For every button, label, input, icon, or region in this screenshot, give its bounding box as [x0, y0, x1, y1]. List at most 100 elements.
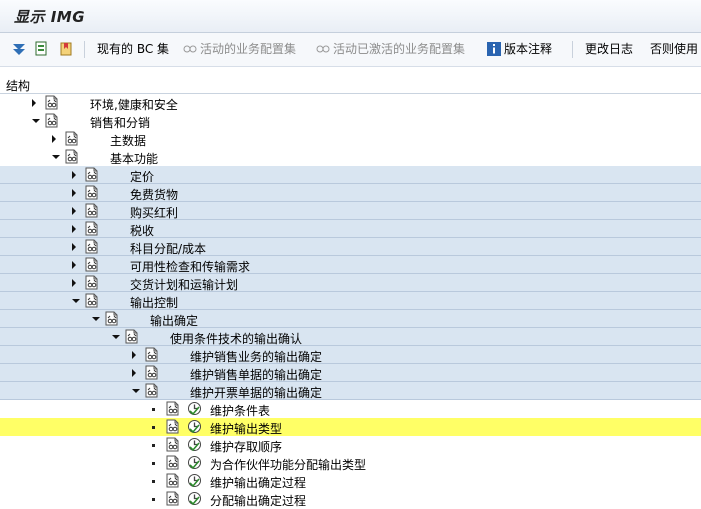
tree-node[interactable]: 维护存取顺序: [0, 436, 701, 454]
tree-node-label: 销售和分销: [90, 116, 151, 130]
expand-node-icon[interactable]: [72, 243, 76, 251]
documentation-icon[interactable]: [165, 437, 180, 452]
tree-node[interactable]: 税收: [0, 220, 701, 238]
tree-node[interactable]: 维护销售业务的输出确定: [0, 346, 701, 364]
documentation-icon[interactable]: [165, 473, 180, 488]
tree-node[interactable]: 为合作伙伴功能分配输出类型: [0, 454, 701, 472]
documentation-icon[interactable]: [84, 167, 99, 182]
tree-node[interactable]: 维护输出类型: [0, 418, 701, 436]
activated-bc-sets-button[interactable]: 活动已激活的业务配置集: [333, 33, 465, 66]
documentation-icon[interactable]: [144, 383, 159, 398]
documentation-icon[interactable]: [144, 365, 159, 380]
change-log-button[interactable]: 更改日志: [585, 33, 633, 66]
documentation-icon[interactable]: [165, 491, 180, 506]
cut-usage-button[interactable]: 否则使用: [650, 33, 698, 66]
collapse-node-icon[interactable]: [72, 299, 80, 303]
expand-node-icon[interactable]: [72, 171, 76, 179]
bullet-icon: [152, 480, 155, 483]
bullet-icon: [152, 444, 155, 447]
active-bc-sets-button[interactable]: 活动的业务配置集: [200, 33, 296, 66]
tree-node[interactable]: 维护输出确定过程: [0, 472, 701, 490]
documentation-icon[interactable]: [165, 401, 180, 416]
tree-node-label: 维护存取顺序: [210, 440, 283, 454]
expand-node-icon[interactable]: [72, 261, 76, 269]
info-icon: [487, 42, 501, 56]
tree-node-label: 科目分配/成本: [130, 242, 207, 256]
collapse-node-icon[interactable]: [32, 119, 40, 123]
tree-node[interactable]: 维护开票单据的输出确定: [0, 382, 701, 400]
tree-node[interactable]: 维护销售单据的输出确定: [0, 364, 701, 382]
tree-node-label: 税收: [130, 224, 155, 238]
documentation-icon[interactable]: [124, 329, 139, 344]
collapse-node-icon[interactable]: [92, 317, 100, 321]
expand-node-icon[interactable]: [72, 207, 76, 215]
execute-activity-icon[interactable]: [187, 473, 202, 488]
bullet-icon: [152, 498, 155, 501]
tree-node[interactable]: 销售和分销: [0, 112, 701, 130]
tree-header: 结构: [0, 75, 701, 94]
documentation-icon[interactable]: [84, 203, 99, 218]
tree-node-label: 交货计划和运输计划: [130, 278, 239, 292]
documentation-icon[interactable]: [64, 131, 79, 146]
tree-node-label: 输出控制: [130, 296, 179, 310]
documentation-icon[interactable]: [165, 419, 180, 434]
documentation-icon[interactable]: [84, 275, 99, 290]
tree-node[interactable]: 环境,健康和安全: [0, 94, 701, 112]
tree-node[interactable]: 交货计划和运输计划: [0, 274, 701, 292]
tree-node[interactable]: 维护条件表: [0, 400, 701, 418]
execute-activity-icon[interactable]: [187, 455, 202, 470]
tree-node-label: 维护输出类型: [210, 422, 283, 436]
documentation-icon[interactable]: [84, 293, 99, 308]
tree-node[interactable]: 定价: [0, 166, 701, 184]
documentation-icon[interactable]: [44, 113, 59, 128]
tree-node[interactable]: 购买红利: [0, 202, 701, 220]
expand-node-icon[interactable]: [72, 189, 76, 197]
bookmark-icon[interactable]: [58, 41, 74, 57]
execute-activity-icon[interactable]: [187, 491, 202, 506]
tree-node-label: 分配输出确定过程: [210, 494, 307, 508]
tree-node[interactable]: 主数据: [0, 130, 701, 148]
bc-set-icon: [183, 45, 197, 53]
expand-all-icon[interactable]: [11, 41, 27, 57]
release-notes-button[interactable]: 版本注释: [504, 33, 552, 66]
execute-activity-icon[interactable]: [187, 419, 202, 434]
documentation-icon[interactable]: [84, 239, 99, 254]
expand-node-icon[interactable]: [72, 279, 76, 287]
expand-node-icon[interactable]: [32, 99, 36, 107]
tree-node[interactable]: 基本功能: [0, 148, 701, 166]
expand-node-icon[interactable]: [132, 369, 136, 377]
execute-activity-icon[interactable]: [187, 437, 202, 452]
tree-node-label: 维护销售单据的输出确定: [190, 368, 323, 382]
collapse-node-icon[interactable]: [112, 335, 120, 339]
expand-node-icon[interactable]: [132, 351, 136, 359]
tree-node-label: 购买红利: [130, 206, 179, 220]
tree-node[interactable]: 科目分配/成本: [0, 238, 701, 256]
tree-node[interactable]: 免费货物: [0, 184, 701, 202]
collapse-node-icon[interactable]: [132, 389, 140, 393]
tree-node[interactable]: 可用性检查和传输需求: [0, 256, 701, 274]
find-icon[interactable]: [34, 41, 50, 57]
expand-node-icon[interactable]: [52, 135, 56, 143]
documentation-icon[interactable]: [144, 347, 159, 362]
tree-node[interactable]: 分配输出确定过程: [0, 490, 701, 508]
documentation-icon[interactable]: [84, 185, 99, 200]
documentation-icon[interactable]: [104, 311, 119, 326]
tree-node-label: 维护条件表: [210, 404, 271, 418]
tree-header-label: 结构: [6, 79, 31, 93]
execute-activity-icon[interactable]: [187, 401, 202, 416]
tree-node[interactable]: 输出控制: [0, 292, 701, 310]
toolbar-separator: [572, 41, 573, 58]
tree-node[interactable]: 输出确定: [0, 310, 701, 328]
documentation-icon[interactable]: [64, 149, 79, 164]
existing-bc-sets-button[interactable]: 现有的 BC 集: [97, 33, 169, 66]
tree-node-label: 可用性检查和传输需求: [130, 260, 251, 274]
expand-node-icon[interactable]: [72, 225, 76, 233]
documentation-icon[interactable]: [44, 95, 59, 110]
documentation-icon[interactable]: [84, 257, 99, 272]
documentation-icon[interactable]: [84, 221, 99, 236]
tree-node-label: 使用条件技术的输出确认: [170, 332, 303, 346]
page-title: 显示 IMG: [14, 8, 86, 26]
documentation-icon[interactable]: [165, 455, 180, 470]
collapse-node-icon[interactable]: [52, 155, 60, 159]
tree-node[interactable]: 使用条件技术的输出确认: [0, 328, 701, 346]
